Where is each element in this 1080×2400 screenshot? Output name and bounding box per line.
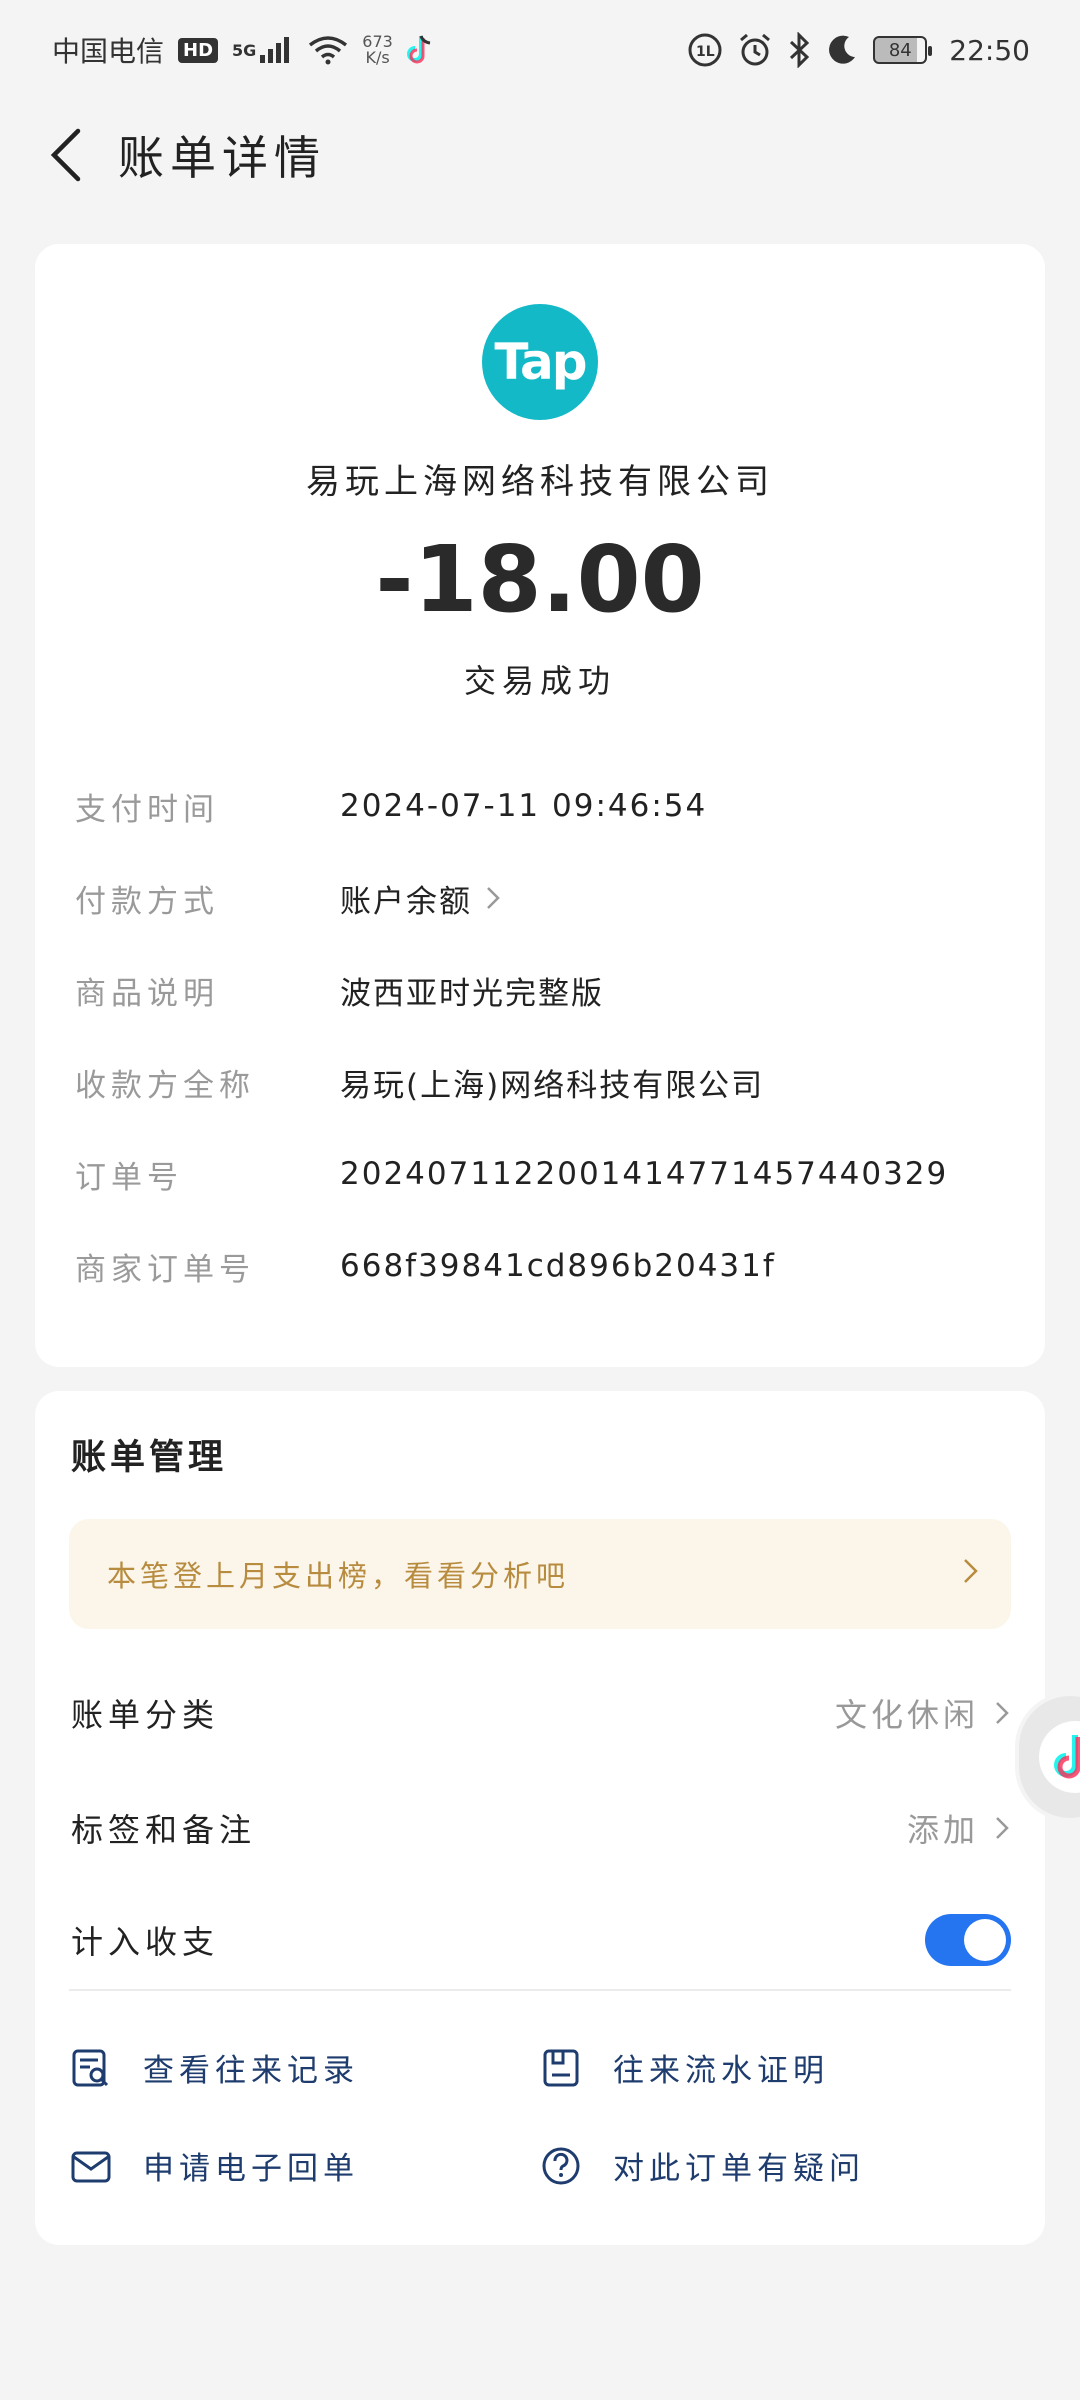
bluetooth-icon — [787, 32, 811, 68]
mail-icon — [69, 2144, 113, 2188]
alarm-icon — [737, 32, 773, 68]
row-value: 添加 — [907, 1805, 1011, 1851]
speed-unit: K/s — [365, 48, 390, 67]
clock: 22:50 — [949, 33, 1030, 67]
wifi-icon — [308, 35, 348, 65]
carrier-name: 中国电信 — [52, 35, 165, 68]
detail-row-payment-method[interactable]: 付款方式 账户余额 — [75, 868, 1015, 928]
merchant-name: 易玩上海网络科技有限公司 — [306, 462, 774, 502]
row-value: 文化休闲 — [835, 1690, 1011, 1736]
row-label: 计入收支 — [71, 1923, 220, 1961]
detail-label: 商家订单号 — [75, 1251, 255, 1288]
detail-row-product: 商品说明 波西亚时光完整版 — [75, 960, 1015, 1020]
banner-text: 本笔登上月支出榜，看看分析吧 — [107, 1559, 570, 1593]
spending-analysis-banner[interactable]: 本笔登上月支出榜，看看分析吧 — [69, 1519, 1011, 1629]
network-speed: 673 K/s — [362, 34, 393, 66]
row-label: 标签和备注 — [71, 1811, 257, 1849]
transaction-amount: -18.00 — [375, 526, 705, 633]
document-icon — [539, 2046, 583, 2090]
section-title: 账单管理 — [71, 1438, 228, 1478]
statement-proof-button[interactable]: 往来流水证明 — [539, 2045, 829, 2090]
status-right: 1L 84 22:50 — [687, 32, 1030, 68]
tiktok-notification-icon — [406, 34, 435, 66]
record-search-icon — [69, 2046, 113, 2090]
tags-value: 添加 — [906, 1811, 979, 1849]
battery-icon: 84 — [873, 36, 933, 64]
bill-category-row[interactable]: 账单分类 文化休闲 — [71, 1678, 1011, 1748]
network-type: 5G — [232, 40, 257, 60]
action-label: 往来流水证明 — [613, 2053, 829, 2089]
row-label: 账单分类 — [71, 1696, 220, 1734]
detail-value: 易玩(上海)网络科技有限公司 — [340, 1067, 765, 1104]
chevron-right-icon — [996, 1702, 1009, 1724]
action-label: 对此订单有疑问 — [613, 2151, 865, 2187]
action-label: 查看往来记录 — [143, 2053, 359, 2089]
toggle-knob — [964, 1919, 1006, 1961]
e-receipt-button[interactable]: 申请电子回单 — [69, 2143, 359, 2188]
detail-value: 668f39841cd896b20431f — [340, 1248, 776, 1284]
transaction-card: Tap 易玩上海网络科技有限公司 -18.00 交易成功 支付时间 2024-0… — [35, 244, 1045, 1367]
detail-row-merchant-order-no: 商家订单号 668f39841cd896b20431f — [75, 1236, 1015, 1296]
action-label: 申请电子回单 — [143, 2151, 359, 2187]
page-title: 账单详情 — [118, 131, 326, 185]
status-bar: 中国电信 HD 5G 673 K/s 1L 84 22:50 — [0, 0, 1080, 100]
detail-value: 波西亚时光完整版 — [340, 975, 604, 1012]
chevron-right-icon — [996, 1817, 1009, 1839]
question-icon — [539, 2144, 583, 2188]
status-left: 中国电信 HD 5G 673 K/s — [52, 30, 435, 70]
signal-icon: 5G — [232, 35, 294, 65]
tags-notes-row[interactable]: 标签和备注 添加 — [71, 1793, 1011, 1863]
include-in-stats-row: 计入收支 — [71, 1905, 1011, 1975]
svg-text:1L: 1L — [696, 44, 715, 60]
bill-management-card: 账单管理 本笔登上月支出榜，看看分析吧 账单分类 文化休闲 标签和备注 添加 计… — [35, 1391, 1045, 2245]
detail-row-pay-time: 支付时间 2024-07-11 09:46:54 — [75, 776, 1015, 836]
detail-label: 付款方式 — [75, 883, 219, 920]
detail-value: 2024071122001414771457440329 — [340, 1156, 949, 1192]
include-in-stats-toggle[interactable] — [925, 1914, 1011, 1966]
merchant-logo: Tap — [482, 304, 598, 420]
detail-value: 2024-07-11 09:46:54 — [340, 788, 708, 824]
tiktok-icon — [1039, 1721, 1080, 1793]
category-value: 文化休闲 — [834, 1696, 979, 1734]
divider — [69, 1989, 1011, 1991]
nav-bar: 账单详情 — [0, 100, 1080, 210]
hd-badge: HD — [178, 37, 219, 63]
moon-icon — [825, 33, 859, 67]
battery-level: 84 — [888, 39, 912, 61]
chevron-left-icon — [50, 128, 81, 182]
transaction-status: 交易成功 — [463, 662, 616, 700]
detail-label: 订单号 — [75, 1159, 183, 1196]
detail-row-payee: 收款方全称 易玩(上海)网络科技有限公司 — [75, 1052, 1015, 1112]
back-button[interactable] — [36, 115, 96, 195]
detail-label: 商品说明 — [75, 975, 219, 1012]
detail-label: 收款方全称 — [75, 1067, 255, 1104]
detail-row-order-no: 订单号 2024071122001414771457440329 — [75, 1144, 1015, 1204]
view-records-button[interactable]: 查看往来记录 — [69, 2045, 359, 2090]
chevron-right-icon — [484, 883, 502, 913]
detail-value: 账户余额 — [340, 883, 472, 920]
hd-call-icon: 1L — [687, 32, 723, 68]
payment-method-link[interactable]: 账户余额 — [340, 876, 502, 921]
order-question-button[interactable]: 对此订单有疑问 — [539, 2143, 865, 2188]
chevron-right-icon — [961, 1555, 981, 1594]
detail-label: 支付时间 — [75, 791, 219, 828]
